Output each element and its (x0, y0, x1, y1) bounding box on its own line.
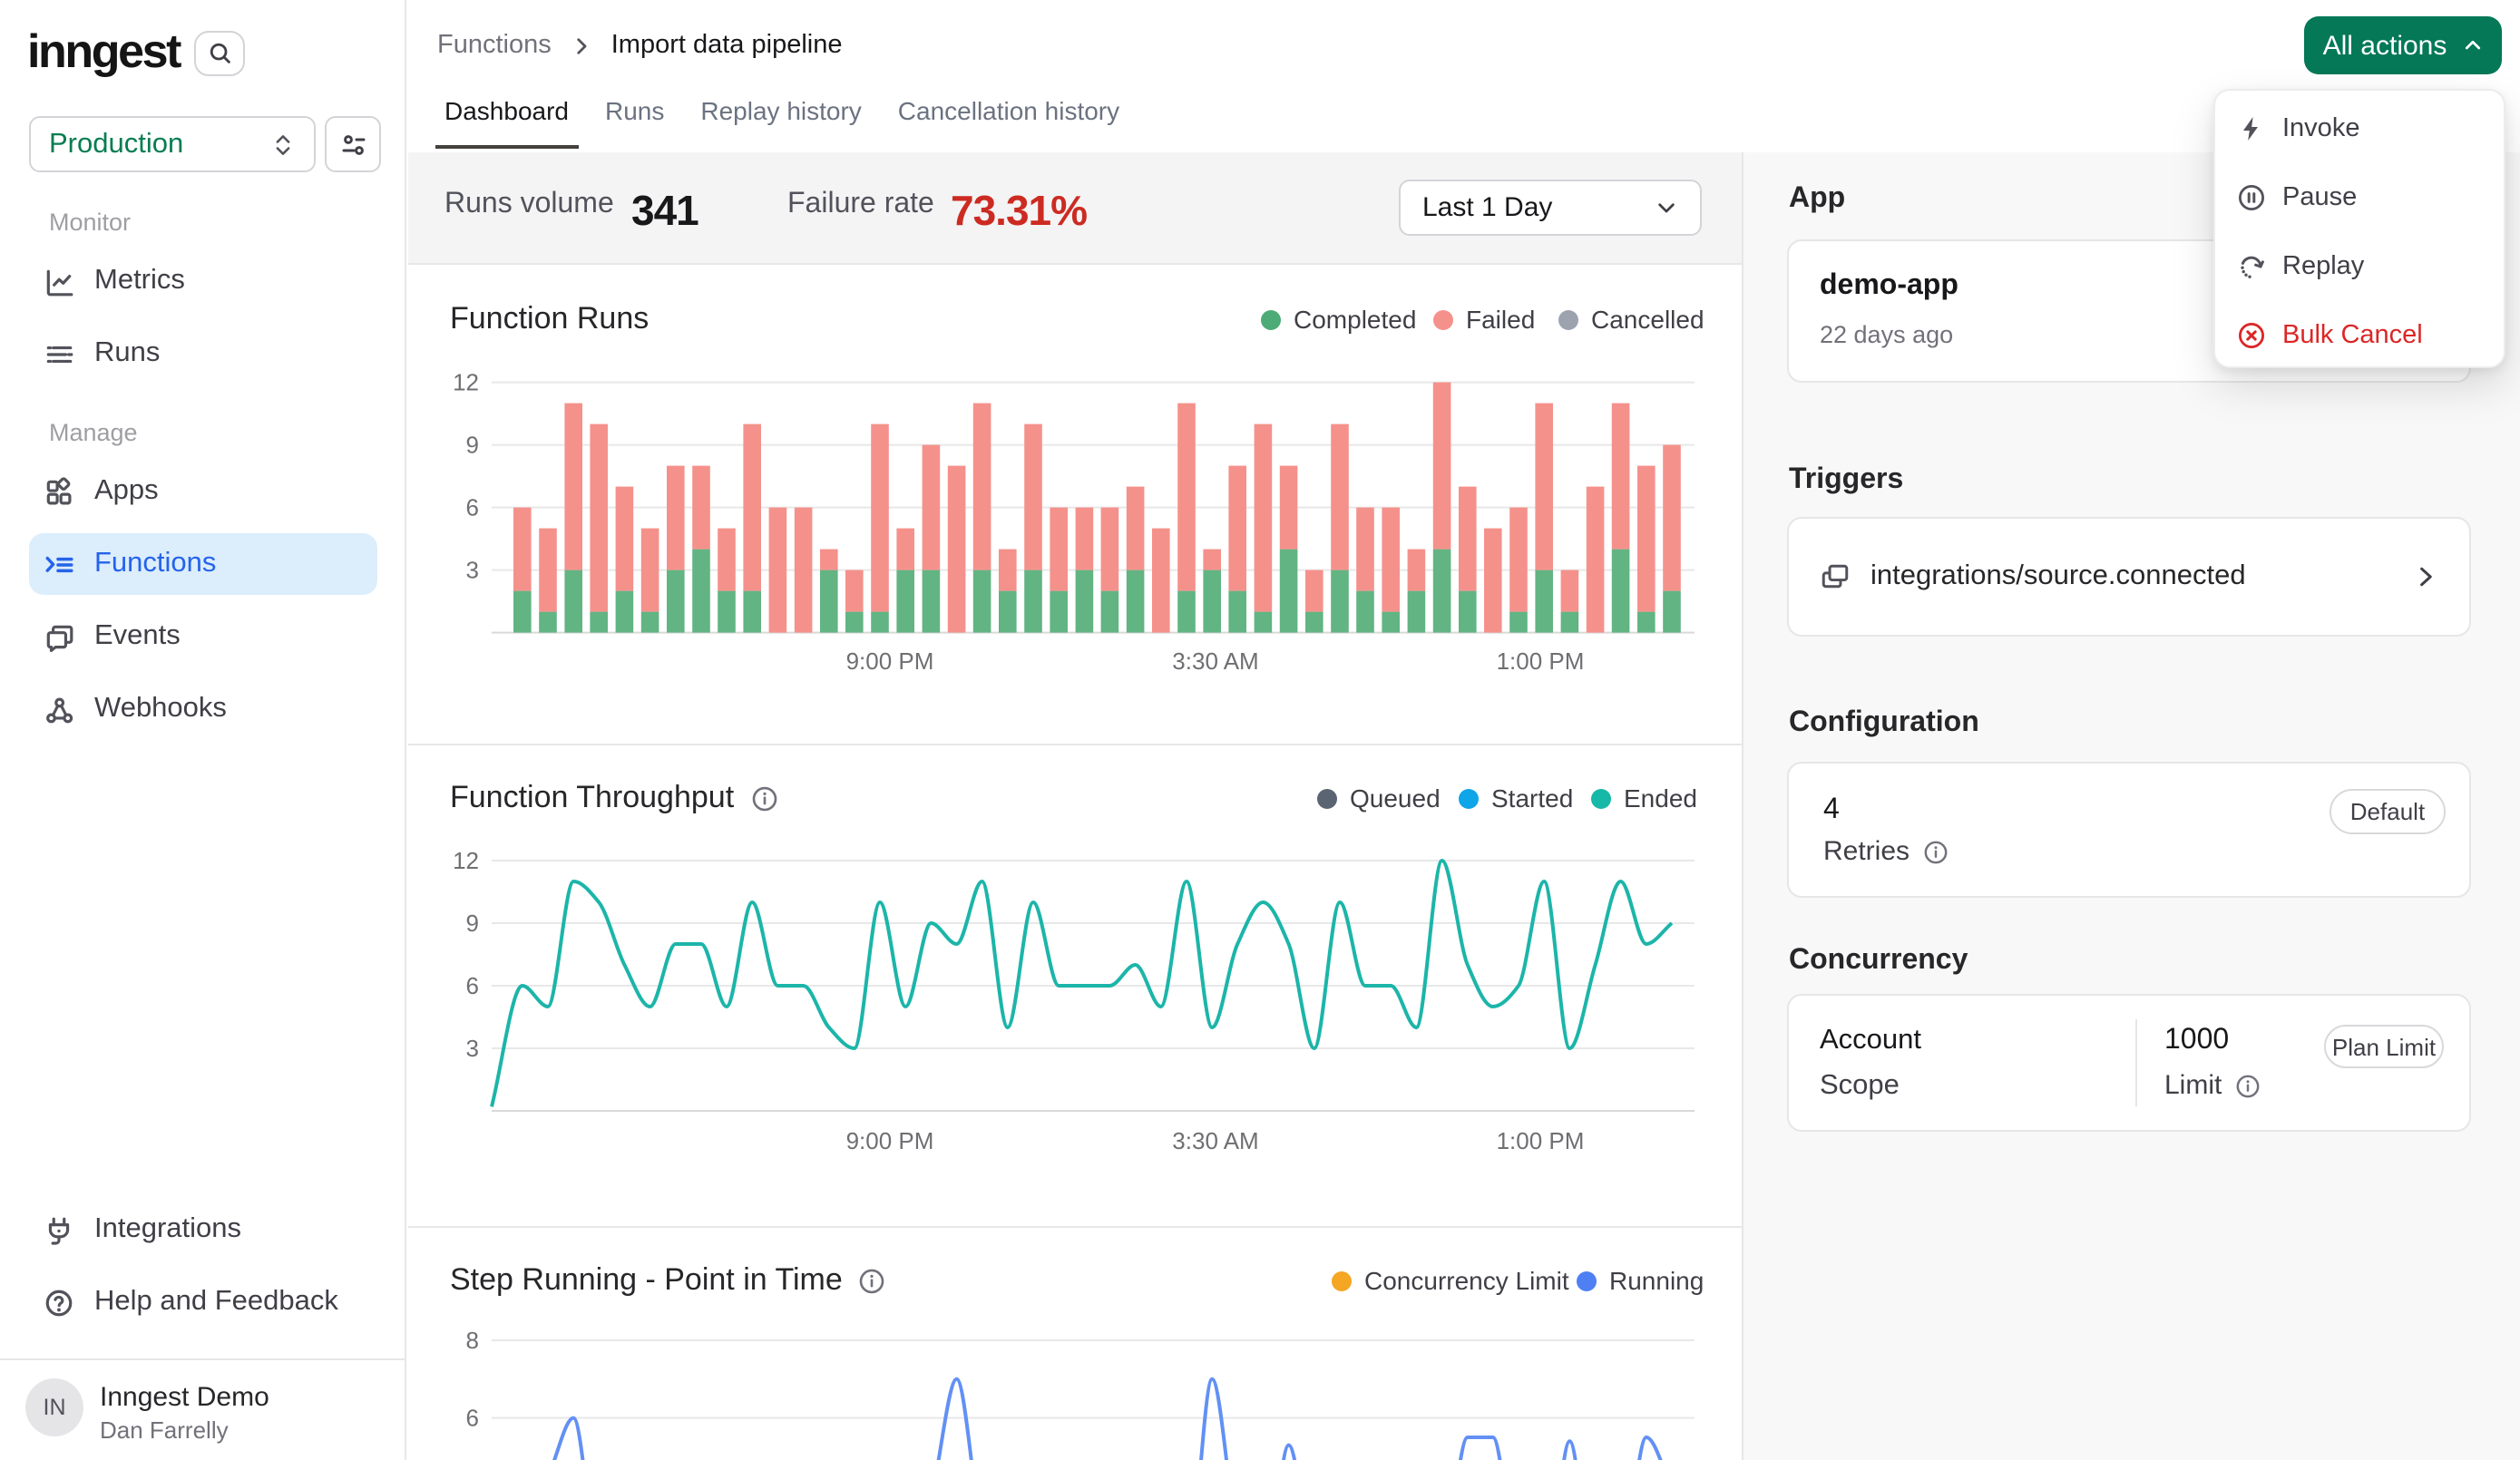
svg-text:9: 9 (466, 432, 479, 459)
svg-text:3:30 AM: 3:30 AM (1172, 1127, 1258, 1154)
svg-text:6: 6 (466, 494, 479, 521)
svg-text:9:00 PM: 9:00 PM (846, 1127, 934, 1154)
svg-text:3: 3 (466, 1035, 479, 1062)
svg-text:6: 6 (466, 972, 479, 999)
svg-text:12: 12 (453, 369, 479, 396)
svg-text:3:30 AM: 3:30 AM (1172, 647, 1258, 675)
svg-text:6: 6 (466, 1405, 479, 1432)
svg-text:9:00 PM: 9:00 PM (846, 647, 934, 675)
svg-text:1:00 PM: 1:00 PM (1497, 647, 1585, 675)
svg-text:8: 8 (466, 1327, 479, 1354)
svg-text:12: 12 (453, 847, 479, 874)
svg-text:1:00 PM: 1:00 PM (1497, 1127, 1585, 1154)
svg-text:3: 3 (466, 557, 479, 584)
svg-text:9: 9 (466, 910, 479, 937)
